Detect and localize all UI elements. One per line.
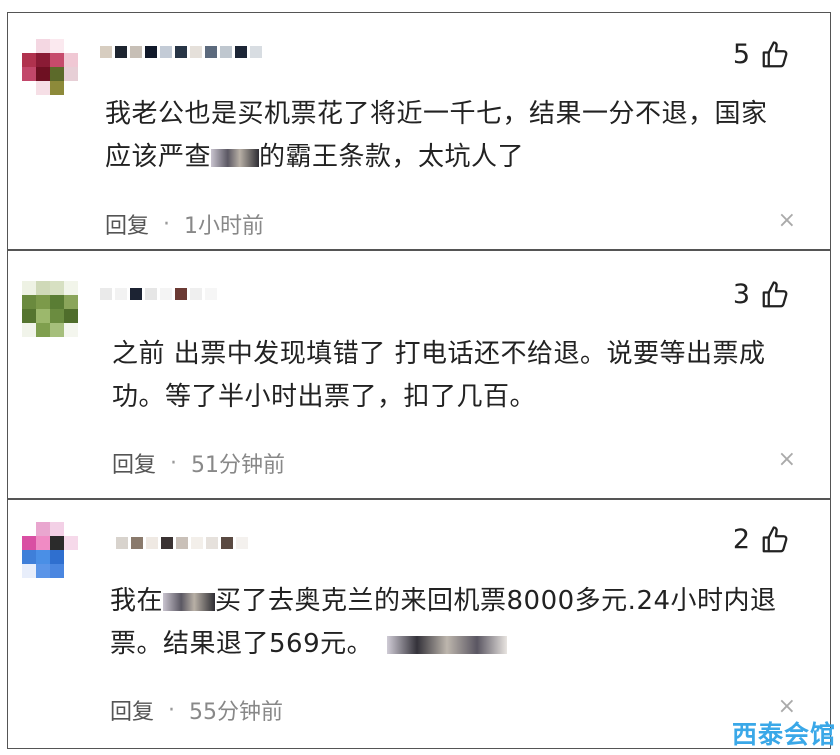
thumbs-up-icon[interactable] — [760, 280, 790, 310]
comment-text-segment: 的霸王条款，太坑人了 — [259, 142, 525, 172]
close-icon[interactable]: × — [778, 447, 796, 472]
like-count: 2 — [732, 524, 750, 555]
redacted-block — [387, 635, 508, 654]
avatar[interactable] — [22, 281, 78, 337]
timestamp: 55分钟前 — [189, 700, 284, 725]
comment-text: 我在 买了去奥克兰的来回机票8000多元.24小时内退 票。结果退了569元。 — [110, 580, 777, 666]
thumbs-up-icon[interactable] — [760, 40, 790, 70]
comment-text-segment: 买了去奥克兰的来回机票8000多元.24小时内退 — [215, 586, 777, 616]
comment-card-1: 5 我老公也是买机票花了将近一千七，结果一分不退，国家 应该严查 的霸王条款，太坑… — [7, 12, 831, 250]
avatar[interactable] — [22, 522, 78, 578]
thumbs-up-icon[interactable] — [760, 525, 790, 555]
watermark-logo: 西泰会馆 — [731, 720, 836, 749]
comment-line: 票。结果退了569元。 — [110, 623, 777, 666]
reply-button[interactable]: 回复 — [112, 447, 156, 479]
comment-text-segment: 应该严查 — [105, 142, 212, 172]
like-area[interactable]: 5 — [733, 39, 790, 70]
timestamp: 1小时前 — [184, 214, 265, 239]
comment-line: 我老公也是买机票花了将近一千七，结果一分不退，国家 — [105, 99, 768, 129]
close-icon[interactable]: × — [778, 208, 796, 233]
like-area[interactable]: 3 — [733, 279, 790, 310]
comment-text: 之前 出票中发现填错了 打电话还不给退。说要等出票成 功。等了半小时出票了，扣了… — [112, 333, 766, 419]
separator-dot: · — [168, 697, 176, 723]
like-count: 3 — [732, 279, 750, 310]
comment-line: 我在 买了去奥克兰的来回机票8000多元.24小时内退 — [110, 580, 777, 623]
comment-meta: 回复 · 55分钟前 — [110, 694, 283, 726]
comment-line: 功。等了半小时出票了，扣了几百。 — [112, 382, 537, 412]
redacted-block — [163, 592, 216, 611]
username-blurred[interactable] — [100, 39, 265, 65]
comment-line: 之前 出票中发现填错了 打电话还不给退。说要等出票成 — [112, 339, 766, 369]
separator-dot: · — [170, 450, 178, 476]
comment-card-2: 3 之前 出票中发现填错了 打电话还不给退。说要等出票成 功。等了半小时出票了，… — [7, 250, 831, 499]
comment-text-segment: 我在 — [110, 586, 164, 616]
comment-meta: 回复 · 51分钟前 — [112, 447, 285, 479]
comment-text-segment: 票。结果退了569元。 — [110, 629, 374, 659]
comment-text: 我老公也是买机票花了将近一千七，结果一分不退，国家 应该严查 的霸王条款，太坑人了 — [105, 93, 768, 179]
comment-line: 应该严查 的霸王条款，太坑人了 — [105, 136, 768, 179]
timestamp: 51分钟前 — [191, 453, 286, 478]
avatar[interactable] — [22, 39, 78, 95]
like-area[interactable]: 2 — [733, 524, 790, 555]
like-count: 5 — [732, 39, 750, 70]
redacted-block — [211, 148, 260, 167]
comment-meta: 回复 · 1小时前 — [105, 208, 264, 240]
username-blurred[interactable] — [100, 281, 220, 307]
reply-button[interactable]: 回复 — [105, 208, 149, 240]
separator-dot: · — [163, 211, 171, 237]
comment-card-3: 2 我在 买了去奥克兰的来回机票8000多元.24小时内退 票。结果退了569元。… — [7, 499, 831, 749]
username-blurred[interactable] — [116, 530, 251, 556]
reply-button[interactable]: 回复 — [110, 694, 154, 726]
